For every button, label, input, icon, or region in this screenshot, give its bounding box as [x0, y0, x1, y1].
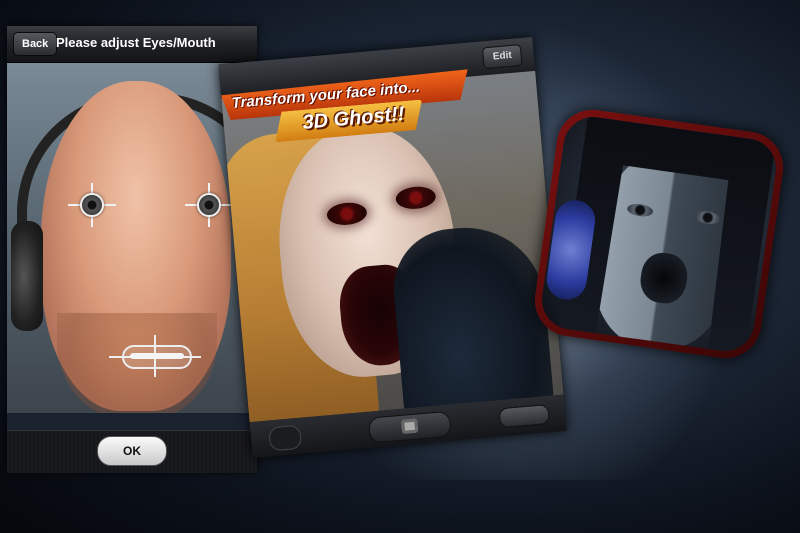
mouth-marker-icon[interactable] [122, 345, 192, 369]
face-photo [7, 63, 257, 430]
ok-button[interactable]: OK [97, 436, 167, 466]
right-toggle[interactable] [498, 404, 550, 429]
app-icon [530, 105, 788, 363]
left-toolbar-button[interactable] [268, 424, 303, 452]
ghost-hand [388, 221, 557, 423]
camera-button[interactable] [367, 410, 452, 444]
headphone-earcup [11, 221, 43, 331]
edit-button[interactable]: Edit [482, 44, 523, 70]
page-title: Please adjust Eyes/Mouth [56, 35, 216, 50]
camera-icon [401, 418, 419, 434]
nav-bar: Back Please adjust Eyes/Mouth [7, 26, 257, 63]
adjust-screen: Back Please adjust Eyes/Mouth OK [7, 26, 257, 473]
app-icon-artwork [538, 113, 780, 355]
back-button[interactable]: Back [13, 32, 58, 56]
left-eye-marker-icon[interactable] [80, 193, 104, 217]
shirt [7, 413, 257, 430]
bottom-toolbar: OK [7, 430, 257, 473]
right-eye-marker-icon[interactable] [197, 193, 221, 217]
